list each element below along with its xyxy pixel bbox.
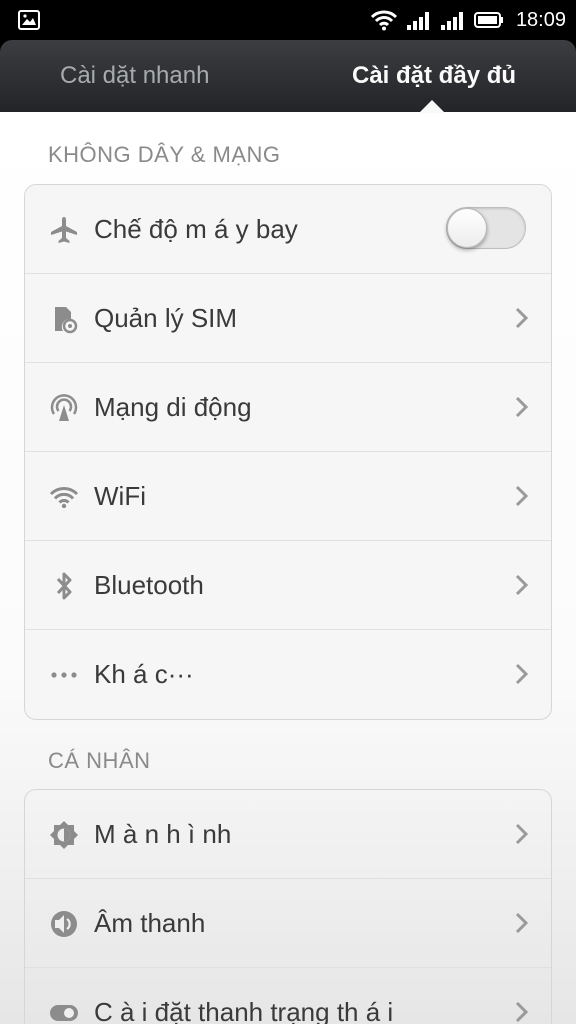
- row-label: Mạng di động: [94, 392, 252, 422]
- cell-tower-icon: [49, 393, 79, 423]
- row-label: Bluetooth: [94, 570, 204, 600]
- toggle-knob: [447, 208, 487, 248]
- row-sound[interactable]: Âm thanh: [25, 879, 551, 968]
- image-icon: [18, 10, 40, 30]
- row-wifi[interactable]: WiFi: [25, 452, 551, 541]
- wifi-icon: [49, 482, 79, 512]
- row-statusbar-settings[interactable]: C à i đặt thanh trạng th á i: [25, 968, 551, 1024]
- airplane-icon: [49, 215, 79, 245]
- bluetooth-icon: [49, 571, 79, 601]
- row-sim-management[interactable]: Quản lý SIM: [25, 274, 551, 363]
- wifi-icon: [370, 10, 397, 31]
- chevron-right-icon: [515, 307, 529, 329]
- tab-header: Cài dặt nhanh Cài đặt đầy đủ: [0, 40, 576, 112]
- chevron-right-icon: [515, 485, 529, 507]
- row-label: Chế độ m á y bay: [94, 214, 298, 244]
- tab-quick-settings[interactable]: Cài dặt nhanh: [60, 40, 209, 112]
- clock: 18:09: [515, 8, 566, 31]
- settings-list[interactable]: KHÔNG DÂY & MẠNG Chế độ m á y bay Quản l…: [0, 112, 576, 1024]
- chevron-right-icon: [515, 823, 529, 845]
- row-label: Quản lý SIM: [94, 303, 238, 333]
- signal-icon: [406, 12, 429, 30]
- section-title-wireless: KHÔNG DÂY & MẠNG: [48, 142, 281, 167]
- status-icons: 18:09: [370, 0, 566, 40]
- row-label: C à i đặt thanh trạng th á i: [94, 997, 394, 1024]
- row-more[interactable]: Kh á c···: [25, 630, 551, 719]
- chevron-right-icon: [515, 1001, 529, 1023]
- chevron-right-icon: [515, 574, 529, 596]
- row-label: Âm thanh: [94, 908, 206, 938]
- personal-card: M à n h ì nh Âm thanh C à i đặt thanh tr…: [24, 789, 552, 1024]
- row-bluetooth[interactable]: Bluetooth: [25, 541, 551, 630]
- speaker-icon: [49, 909, 79, 939]
- section-title-personal: CÁ NHÂN: [48, 748, 151, 773]
- chevron-right-icon: [515, 912, 529, 934]
- row-display[interactable]: M à n h ì nh: [25, 790, 551, 879]
- row-label: Kh á c···: [94, 659, 194, 689]
- airplane-mode-toggle[interactable]: [446, 207, 526, 249]
- wireless-card: Chế độ m á y bay Quản lý SIM Mạng di độn…: [24, 184, 552, 720]
- signal-icon: [440, 12, 463, 30]
- more-dots-icon: [49, 660, 79, 690]
- row-label: M à n h ì nh: [94, 819, 232, 849]
- status-bar: 18:09: [0, 0, 576, 40]
- chevron-right-icon: [515, 663, 529, 685]
- battery-icon: [473, 12, 503, 28]
- brightness-icon: [49, 820, 79, 850]
- chevron-right-icon: [515, 396, 529, 418]
- row-airplane-mode[interactable]: Chế độ m á y bay: [25, 185, 551, 274]
- sim-card-icon: [49, 304, 79, 334]
- active-tab-indicator: [419, 100, 445, 113]
- statusbar-toggle-icon: [49, 998, 79, 1024]
- row-label: WiFi: [94, 481, 146, 511]
- row-mobile-network[interactable]: Mạng di động: [25, 363, 551, 452]
